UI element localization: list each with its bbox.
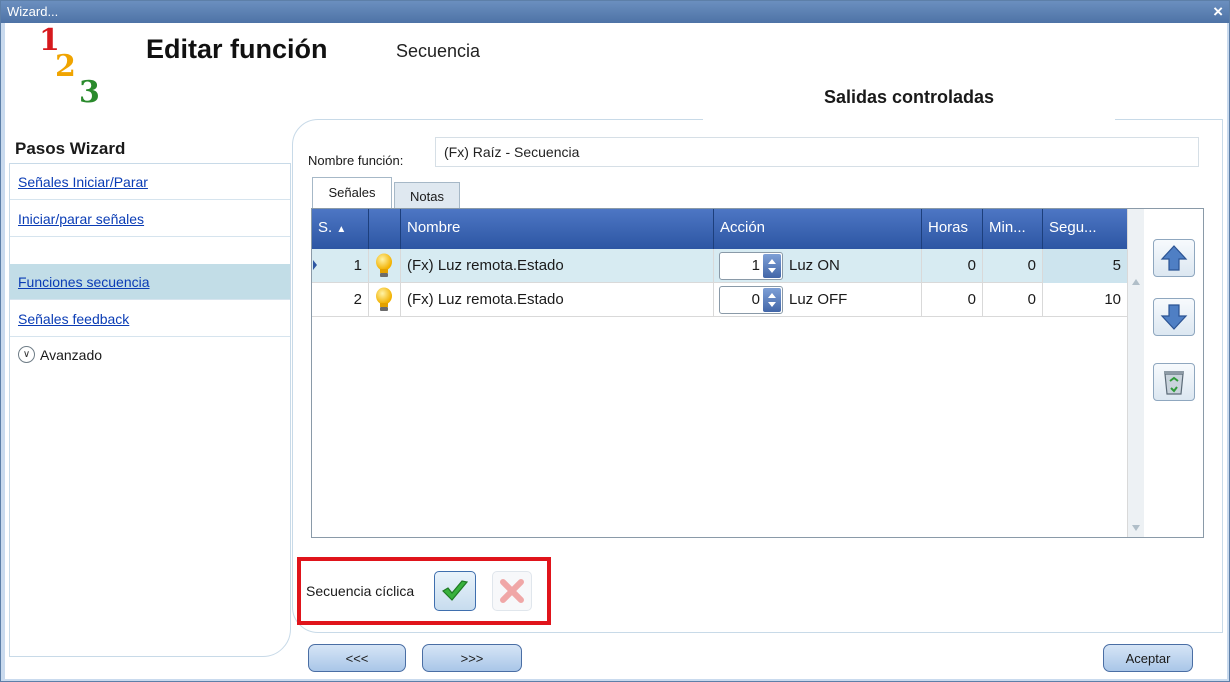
cell-min: 0 <box>1027 291 1036 308</box>
highlight-annotation-box <box>297 557 551 625</box>
column-header-nombre[interactable]: Nombre <box>401 209 714 249</box>
page-subtitle: Secuencia <box>396 41 481 61</box>
sidebar-item-funciones-secuencia[interactable]: Funciones secuencia <box>10 264 290 300</box>
wizard-logo: 1 2 3 <box>31 23 111 110</box>
sidebar-item-senales-iniciar-parar[interactable]: Señales Iniciar/Parar <box>10 164 290 200</box>
recycle-bin-icon <box>1164 371 1184 395</box>
signals-grid: S. ▲ Nombre Acción Horas Min... Segu... … <box>311 208 1204 538</box>
wizard-steps-heading: Pasos Wizard <box>15 139 126 158</box>
tab-label: Notas <box>410 189 444 204</box>
sidebar-item-label[interactable]: Señales Iniciar/Parar <box>18 174 148 190</box>
tab-senales[interactable]: Señales <box>312 177 392 208</box>
stepper-value: 1 <box>751 257 760 274</box>
next-label: >>> <box>460 651 484 666</box>
section-tab-salidas: Salidas controladas <box>703 72 1115 120</box>
accion-stepper[interactable]: 1 <box>719 252 783 280</box>
cell-step: 1 <box>353 257 362 274</box>
logo-digit-3: 3 <box>79 75 100 110</box>
column-header-accion[interactable]: Acción <box>714 209 922 249</box>
advanced-label: Avanzado <box>40 347 103 363</box>
cell-step: 2 <box>353 291 362 308</box>
column-header-icon <box>369 209 401 249</box>
grid-vertical-scrollbar[interactable] <box>1127 209 1144 537</box>
delete-row-button[interactable] <box>1153 363 1195 401</box>
accion-text: Luz ON <box>789 257 840 274</box>
cell-seg[interactable]: 5 <box>1113 257 1121 274</box>
move-up-button[interactable] <box>1153 239 1195 277</box>
logo-digit-2: 2 <box>55 49 76 84</box>
tab-label: Señales <box>328 185 376 200</box>
accion-text: Luz OFF <box>789 291 848 308</box>
lightbulb-icon <box>376 287 392 311</box>
wizard-steps-sidebar: Señales Iniciar/Parar Iniciar/parar seña… <box>9 163 291 657</box>
chevron-down-icon[interactable]: ∨ <box>18 346 35 363</box>
column-header-s[interactable]: S. ▲ <box>312 209 369 249</box>
sidebar-advanced-toggle[interactable]: ∨ Avanzado <box>10 340 290 370</box>
column-header-min[interactable]: Min... <box>983 209 1043 249</box>
arrow-up-icon <box>1160 245 1188 271</box>
accion-stepper[interactable]: 0 <box>719 286 783 314</box>
function-name-label: Nombre función: <box>308 153 404 168</box>
scroll-down-icon[interactable] <box>1132 525 1140 531</box>
window-title: Wizard... <box>7 4 59 19</box>
sidebar-item-label[interactable]: Señales feedback <box>18 311 129 327</box>
function-name-input[interactable] <box>435 137 1199 167</box>
next-button[interactable]: >>> <box>422 644 522 672</box>
move-down-button[interactable] <box>1153 298 1195 336</box>
previous-button[interactable]: <<< <box>308 644 406 672</box>
tab-notas[interactable]: Notas <box>394 182 460 208</box>
cell-horas: 0 <box>967 291 976 308</box>
cell-horas: 0 <box>967 257 976 274</box>
section-tab-label: Salidas controladas <box>823 87 995 107</box>
sidebar-item-label[interactable]: Iniciar/parar señales <box>18 211 144 227</box>
stepper-arrows-icon[interactable] <box>763 254 781 278</box>
accept-button[interactable]: Aceptar <box>1103 644 1193 672</box>
cell-nombre: (Fx) Luz remota.Estado <box>407 257 564 274</box>
page-title: Editar función <box>146 34 328 64</box>
column-header-horas[interactable]: Horas <box>922 209 983 249</box>
stepper-arrows-icon[interactable] <box>763 288 781 312</box>
previous-label: <<< <box>345 651 369 666</box>
sidebar-item-iniciar-parar-senales[interactable]: Iniciar/parar señales <box>10 201 290 237</box>
scroll-up-icon[interactable] <box>1132 279 1140 285</box>
table-row[interactable]: 1 (Fx) Luz remota.Estado 1 Luz ON 0 0 5 <box>312 249 1127 283</box>
table-row[interactable]: 2 (Fx) Luz remota.Estado 0 Luz OFF 0 0 1… <box>312 283 1127 317</box>
close-icon[interactable]: × <box>1213 2 1223 22</box>
grid-header: S. ▲ Nombre Acción Horas Min... Segu... <box>312 209 1127 249</box>
sort-ascending-icon: ▲ <box>336 224 347 235</box>
lightbulb-icon <box>376 253 392 277</box>
cell-nombre: (Fx) Luz remota.Estado <box>407 291 564 308</box>
sidebar-item-label[interactable]: Funciones secuencia <box>18 274 150 290</box>
accept-label: Aceptar <box>1125 651 1171 666</box>
cell-seg[interactable]: 10 <box>1104 291 1121 308</box>
column-header-seg[interactable]: Segu... <box>1043 209 1127 249</box>
stepper-value: 0 <box>751 291 760 308</box>
sidebar-item-senales-feedback[interactable]: Señales feedback <box>10 301 290 337</box>
cell-min: 0 <box>1027 257 1036 274</box>
arrow-down-icon <box>1160 304 1188 330</box>
wizard-window: Wizard... × 1 2 3 Editar función Secuenc… <box>0 0 1230 682</box>
title-bar: Wizard... × <box>1 1 1229 23</box>
